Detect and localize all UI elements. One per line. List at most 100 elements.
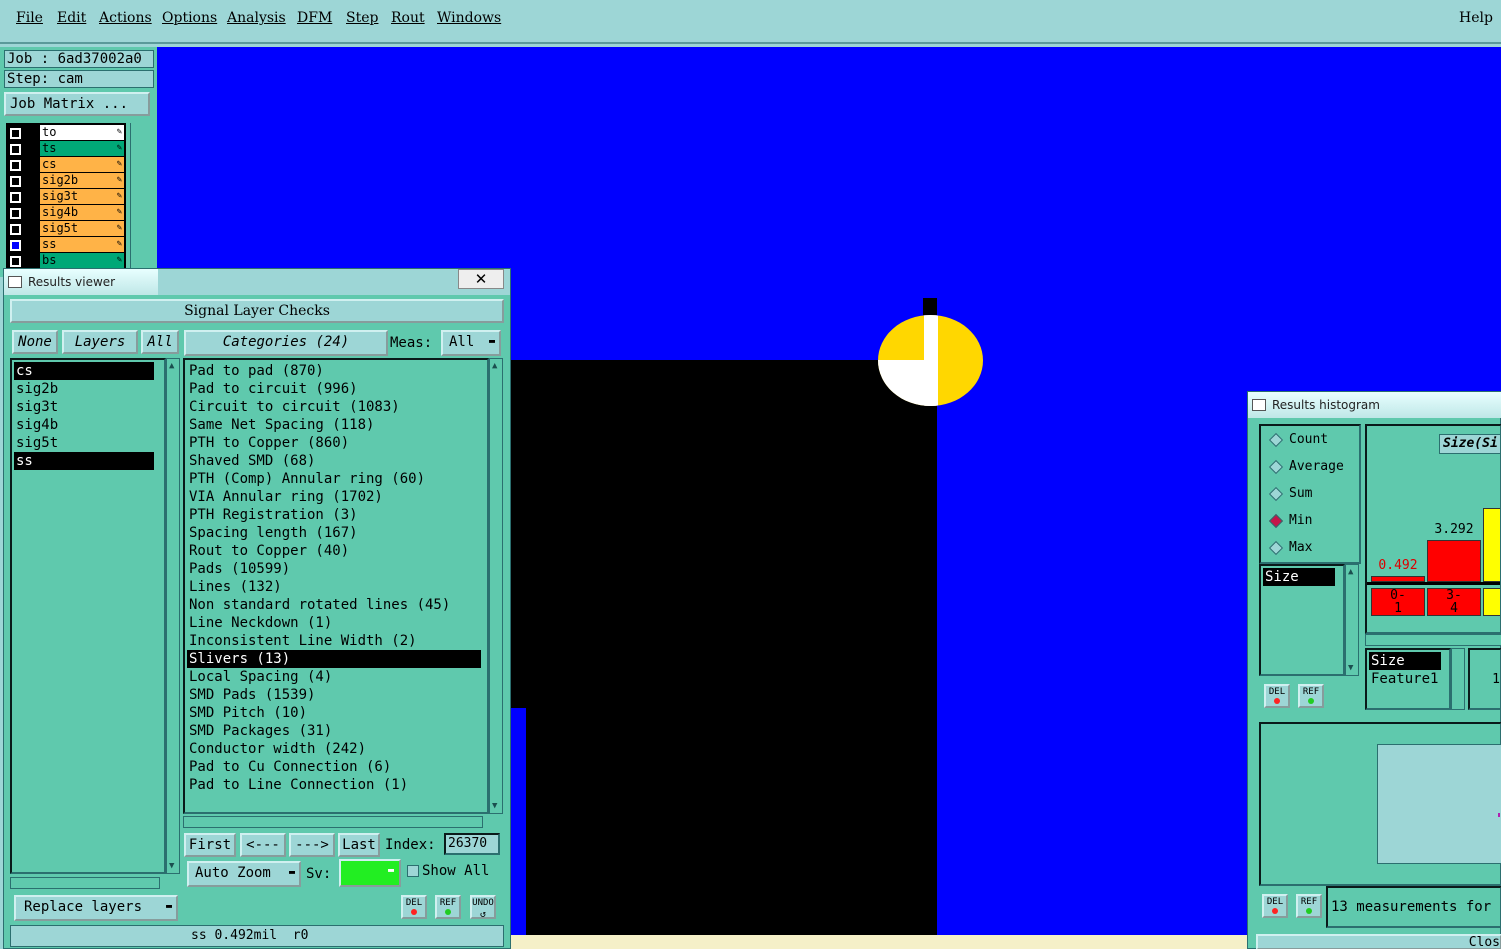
result-layer-list[interactable]: cs sig2b sig3t sig4b sig5t ss — [10, 358, 166, 874]
menu-help[interactable]: Help — [1459, 10, 1493, 26]
layer-row-sig3t[interactable]: sig3t — [6, 189, 126, 205]
result-layer-item[interactable]: sig5t — [14, 434, 154, 452]
category-item[interactable]: Pad to pad (870) — [187, 362, 481, 380]
del-button[interactable]: DEL — [401, 895, 427, 919]
category-item[interactable]: Conductor width (242) — [187, 740, 481, 758]
menu-options[interactable]: Options — [162, 10, 217, 26]
size-list-item[interactable]: Size — [1263, 568, 1335, 586]
histogram-bar[interactable] — [1371, 576, 1425, 582]
category-item[interactable]: VIA Annular ring (1702) — [187, 488, 481, 506]
mode-radio-sum[interactable]: Sum — [1267, 484, 1312, 504]
histogram-size-list[interactable]: Size — [1259, 564, 1345, 676]
layer-checkbox[interactable] — [10, 192, 21, 203]
menu-dfm[interactable]: DFM — [297, 10, 332, 26]
category-item[interactable]: Pad to circuit (996) — [187, 380, 481, 398]
category-item[interactable]: SMD Packages (31) — [187, 722, 481, 740]
del-button[interactable]: DEL — [1262, 894, 1288, 918]
layer-row-to[interactable]: to — [6, 125, 126, 141]
layer-list-vscroll[interactable]: ▲ ▼ — [166, 358, 180, 874]
category-item[interactable]: Shaved SMD (68) — [187, 452, 481, 470]
category-item[interactable]: Pad to Cu Connection (6) — [187, 758, 481, 776]
size-list-vscroll[interactable]: ▲ ▼ — [1345, 564, 1359, 676]
ref-button[interactable]: REF — [1298, 684, 1324, 708]
layer-row-sig2b[interactable]: sig2b — [6, 173, 126, 189]
del-button[interactable]: DEL — [1264, 684, 1290, 708]
results-viewer-titlebar[interactable]: Results viewer — [4, 269, 158, 295]
layer-row-sig5t[interactable]: sig5t — [6, 221, 126, 237]
all-button[interactable]: All — [141, 330, 179, 354]
menu-rout[interactable]: Rout — [391, 10, 425, 26]
prev-button[interactable]: <--- — [240, 833, 286, 857]
job-matrix-button[interactable]: Job Matrix ... — [4, 92, 150, 116]
menu-step[interactable]: Step — [346, 10, 378, 26]
menu-edit[interactable]: Edit — [57, 10, 86, 26]
layer-checkbox[interactable] — [10, 128, 21, 139]
histogram-close-button[interactable]: Clos — [1256, 934, 1501, 949]
feature-list-item-size[interactable]: Size — [1369, 652, 1441, 670]
histogram-titlebar[interactable]: Results histogram — [1248, 392, 1501, 418]
menu-actions[interactable]: Actions — [99, 10, 152, 26]
layer-row-ss[interactable]: ss — [6, 237, 126, 253]
ref-button[interactable]: REF — [1296, 894, 1322, 918]
show-all-checkbox[interactable] — [407, 865, 419, 877]
result-layer-item[interactable]: sig2b — [14, 380, 154, 398]
close-button[interactable]: ✕ — [458, 269, 504, 289]
index-input[interactable]: 26370 — [444, 833, 500, 855]
category-item[interactable]: Non standard rotated lines (45) — [187, 596, 481, 614]
undo-button[interactable]: UNDO ↺ — [470, 895, 496, 920]
layer-row-bs[interactable]: bs — [6, 253, 126, 269]
category-item[interactable]: Slivers (13) — [187, 650, 481, 668]
result-layer-item[interactable]: ss — [14, 452, 154, 470]
layer-checkbox[interactable] — [10, 176, 21, 187]
category-item[interactable]: Same Net Spacing (118) — [187, 416, 481, 434]
category-item[interactable]: Line Neckdown (1) — [187, 614, 481, 632]
auto-zoom-dropdown[interactable]: Auto Zoom ▬ — [187, 861, 301, 887]
layer-row-ts[interactable]: ts — [6, 141, 126, 157]
none-button[interactable]: None — [12, 330, 58, 354]
next-button[interactable]: ---> — [289, 833, 335, 857]
result-layer-item[interactable]: sig4b — [14, 416, 154, 434]
histogram-bar[interactable] — [1427, 540, 1481, 582]
category-item[interactable]: PTH (Comp) Annular ring (60) — [187, 470, 481, 488]
category-item[interactable]: Rout to Copper (40) — [187, 542, 481, 560]
categories-vscroll[interactable]: ▲ ▼ — [489, 358, 503, 814]
category-item[interactable]: Inconsistent Line Width (2) — [187, 632, 481, 650]
layer-list-scrollbar[interactable] — [130, 123, 154, 277]
feature-list-item-feature1[interactable]: Feature1 — [1369, 670, 1438, 688]
sv-color-dropdown[interactable]: ▬ — [339, 859, 401, 887]
category-item[interactable]: PTH to Copper (860) — [187, 434, 481, 452]
first-button[interactable]: First — [184, 833, 236, 857]
category-item[interactable]: Pads (10599) — [187, 560, 481, 578]
categories-button[interactable]: Categories (24) — [184, 330, 388, 356]
menu-analysis[interactable]: Analysis — [227, 10, 286, 26]
layer-checkbox[interactable] — [10, 240, 21, 251]
result-layer-item[interactable]: sig3t — [14, 398, 154, 416]
layer-checkbox[interactable] — [10, 208, 21, 219]
meas-dropdown[interactable]: All ▬ — [441, 330, 501, 356]
category-item[interactable]: Circuit to circuit (1083) — [187, 398, 481, 416]
layers-button[interactable]: Layers — [62, 330, 138, 354]
layer-row-sig4b[interactable]: sig4b — [6, 205, 126, 221]
category-item[interactable]: SMD Pads (1539) — [187, 686, 481, 704]
mode-radio-max[interactable]: Max — [1267, 538, 1312, 558]
layer-list-hscroll[interactable] — [10, 877, 160, 889]
category-item[interactable]: Pad to Line Connection (1) — [187, 776, 481, 794]
category-item[interactable]: PTH Registration (3) — [187, 506, 481, 524]
layer-checkbox[interactable] — [10, 144, 21, 155]
layer-checkbox[interactable] — [10, 160, 21, 171]
last-button[interactable]: Last — [338, 833, 380, 857]
feature-list-vscroll[interactable] — [1451, 648, 1465, 710]
ref-button[interactable]: REF — [435, 895, 461, 919]
category-item[interactable]: Local Spacing (4) — [187, 668, 481, 686]
histogram-bar[interactable] — [1483, 508, 1500, 582]
categories-list[interactable]: Pad to pad (870) Pad to circuit (996) Circ… — [183, 358, 489, 814]
layer-checkbox[interactable] — [10, 224, 21, 235]
category-item[interactable]: Spacing length (167) — [187, 524, 481, 542]
mode-radio-count[interactable]: Count — [1267, 430, 1328, 450]
layer-row-cs[interactable]: cs — [6, 157, 126, 173]
category-item[interactable]: SMD Pitch (10) — [187, 704, 481, 722]
result-layer-item[interactable]: cs — [14, 362, 154, 380]
mode-radio-min[interactable]: Min — [1267, 511, 1312, 531]
mode-radio-average[interactable]: Average — [1267, 457, 1344, 477]
feature-list[interactable]: Size Feature1 — [1365, 648, 1451, 710]
